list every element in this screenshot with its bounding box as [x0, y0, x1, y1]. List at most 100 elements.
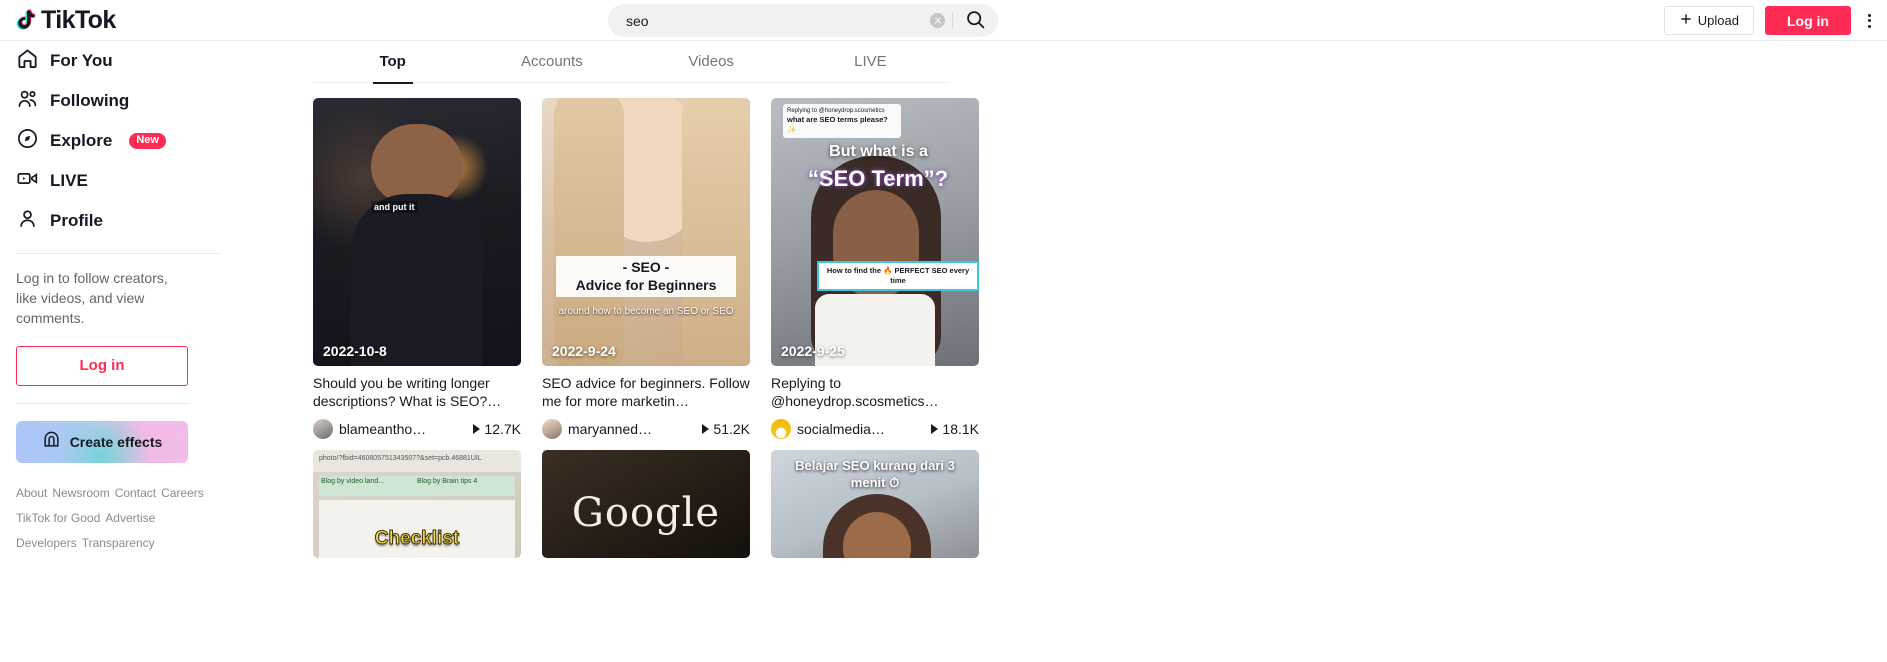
sidebar-item-profile[interactable]: Profile [11, 201, 221, 241]
search-divider [952, 12, 953, 29]
overlay-line-1: Google [571, 490, 721, 536]
video-thumbnail[interactable]: - SEO - Advice for Beginners around how … [542, 98, 750, 366]
compass-icon [16, 127, 39, 155]
footer-link-advertise[interactable]: Advertise [105, 511, 155, 525]
view-count-value: 12.7K [484, 421, 521, 437]
video-card[interactable]: Replying to @honeydrop.scosmetics what a… [771, 98, 979, 439]
video-card[interactable]: and put it 2022-10-8 Should you be writi… [313, 98, 521, 439]
video-card[interactable]: Belajar SEO kurang dari 3 menit ⏱ [771, 450, 979, 558]
divider [16, 253, 221, 254]
video-date: 2022-10-8 [323, 343, 387, 359]
thumbnail-overlay-box: - SEO - Advice for Beginners [556, 256, 736, 297]
search-input[interactable] [626, 12, 930, 29]
plus-icon [1679, 12, 1693, 29]
video-thumbnail[interactable]: Belajar SEO kurang dari 3 menit ⏱ [771, 450, 979, 558]
more-options-icon[interactable] [1862, 10, 1877, 32]
video-thumbnail[interactable]: Replying to @honeydrop.scosmetics what a… [771, 98, 979, 366]
header-actions: Upload Log in [1663, 0, 1877, 41]
tab-top[interactable]: Top [313, 41, 472, 83]
video-author[interactable]: maryanned… [568, 421, 652, 437]
overlay-line-2: “SEO Term”? [807, 166, 949, 191]
overlay-line-1: Belajar SEO kurang dari 3 menit ⏱ [795, 458, 955, 490]
tiktok-logo[interactable]: TikTok [0, 6, 260, 35]
search-box[interactable] [608, 4, 998, 37]
video-author[interactable]: socialmedia… [797, 421, 885, 437]
view-count-value: 18.1K [942, 421, 979, 437]
video-date: 2022-9-25 [781, 343, 845, 359]
video-card[interactable]: - SEO - Advice for Beginners around how … [542, 98, 750, 439]
video-author[interactable]: blameantho… [339, 421, 426, 437]
live-video-icon [16, 167, 39, 195]
footer-link-newsroom[interactable]: Newsroom [52, 486, 109, 500]
footer-link-about[interactable]: About [16, 486, 47, 500]
footer-link-developers[interactable]: Developers [16, 536, 77, 550]
sidebar-item-for-you[interactable]: For You [11, 41, 221, 81]
sidebar-label: Following [50, 91, 130, 110]
video-thumbnail[interactable]: photo/?fbid=460805751343507?&set=pcb.468… [313, 450, 521, 558]
avatar[interactable] [313, 419, 333, 439]
view-count-value: 51.2K [713, 421, 750, 437]
avatar[interactable] [771, 419, 791, 439]
video-caption: Should you be writing longer description… [313, 375, 502, 410]
view-count: 18.1K [931, 421, 979, 437]
search-icon [965, 9, 986, 33]
footer-link-tiktok-for-good[interactable]: TikTok for Good [16, 511, 100, 525]
video-grid: and put it 2022-10-8 Should you be writi… [313, 98, 979, 558]
sidebar-login-button[interactable]: Log in [16, 345, 188, 386]
thumbnail-overlay-sub: around how to become an SEO or SEO [558, 306, 734, 317]
person-icon [16, 207, 39, 235]
video-card[interactable]: Google [542, 450, 750, 558]
overlay-badge: How to find the 🔥 PERFECT SEO every time [817, 261, 979, 291]
video-meta: socialmedia… 18.1K [771, 419, 979, 439]
clear-icon[interactable] [930, 13, 945, 28]
sidebar: For You Following Explore New LIVE Profi… [0, 41, 245, 662]
new-badge: New [129, 132, 166, 150]
avatar[interactable] [542, 419, 562, 439]
footer-link-contact[interactable]: Contact [115, 486, 156, 500]
footer-link-transparency[interactable]: Transparency [82, 536, 155, 550]
tab-live[interactable]: LIVE [791, 41, 950, 83]
reply-head: Replying to @honeydrop.scosmetics [787, 108, 885, 114]
sidebar-label: LIVE [50, 171, 88, 190]
video-meta: maryanned… 51.2K [542, 419, 750, 439]
caption-mention[interactable]: @honeydrop.scosmetics… [771, 393, 939, 409]
video-meta: blameantho… 12.7K [313, 419, 521, 439]
video-date: 2022-9-24 [552, 343, 616, 359]
footer-row-2: TikTok for Good Advertise [16, 510, 206, 526]
sidebar-item-following[interactable]: Following [11, 81, 221, 121]
upload-button[interactable]: Upload [1663, 6, 1754, 35]
footer-row-3: Developers Transparency [16, 535, 206, 551]
video-caption: Replying to @honeydrop.scosmetics… [771, 374, 979, 412]
login-button[interactable]: Log in [1765, 6, 1851, 35]
sidebar-item-explore[interactable]: Explore New [11, 121, 221, 161]
upload-label: Upload [1697, 13, 1739, 28]
divider [16, 402, 188, 404]
result-tabs: Top Accounts Videos LIVE [313, 41, 950, 83]
view-count: 51.2K [702, 421, 750, 437]
thumbnail-overlay-text: and put it [371, 201, 418, 213]
footer-row-1: About Newsroom Contact Careers [16, 485, 206, 501]
sidebar-footer: About Newsroom Contact Careers TikTok for G… [16, 485, 206, 552]
view-count: 12.7K [473, 421, 521, 437]
tab-videos[interactable]: Videos [632, 41, 791, 83]
video-thumbnail[interactable]: Google [542, 450, 750, 558]
top-header: TikTok Upload Log in [0, 0, 1887, 41]
reply-question: what are SEO terms please?✨ [787, 115, 888, 135]
sidebar-label: For You [50, 51, 113, 70]
search-results: Top Accounts Videos LIVE and put it 2022… [245, 41, 1887, 662]
thumbnail-reply-overlay: Replying to @honeydrop.scosmetics what a… [783, 104, 901, 139]
tab-accounts[interactable]: Accounts [472, 41, 631, 83]
search-button[interactable] [963, 9, 988, 33]
caption-prefix: Replying to [771, 375, 842, 391]
video-card[interactable]: photo/?fbid=460805751343507?&set=pcb.468… [313, 450, 521, 558]
create-effects-button[interactable]: Create effects [16, 420, 188, 463]
sidebar-label: Profile [50, 211, 103, 230]
sidebar-item-live[interactable]: LIVE [11, 161, 221, 201]
footer-link-careers[interactable]: Careers [161, 486, 204, 500]
video-thumbnail[interactable]: and put it 2022-10-8 [313, 98, 521, 366]
overlay-line-2: Advice for Beginners [575, 276, 717, 293]
overlay-line-1: - SEO - [622, 259, 670, 275]
create-effects-label: Create effects [69, 433, 163, 450]
play-icon [931, 424, 939, 434]
sidebar-label: Explore [50, 131, 113, 150]
